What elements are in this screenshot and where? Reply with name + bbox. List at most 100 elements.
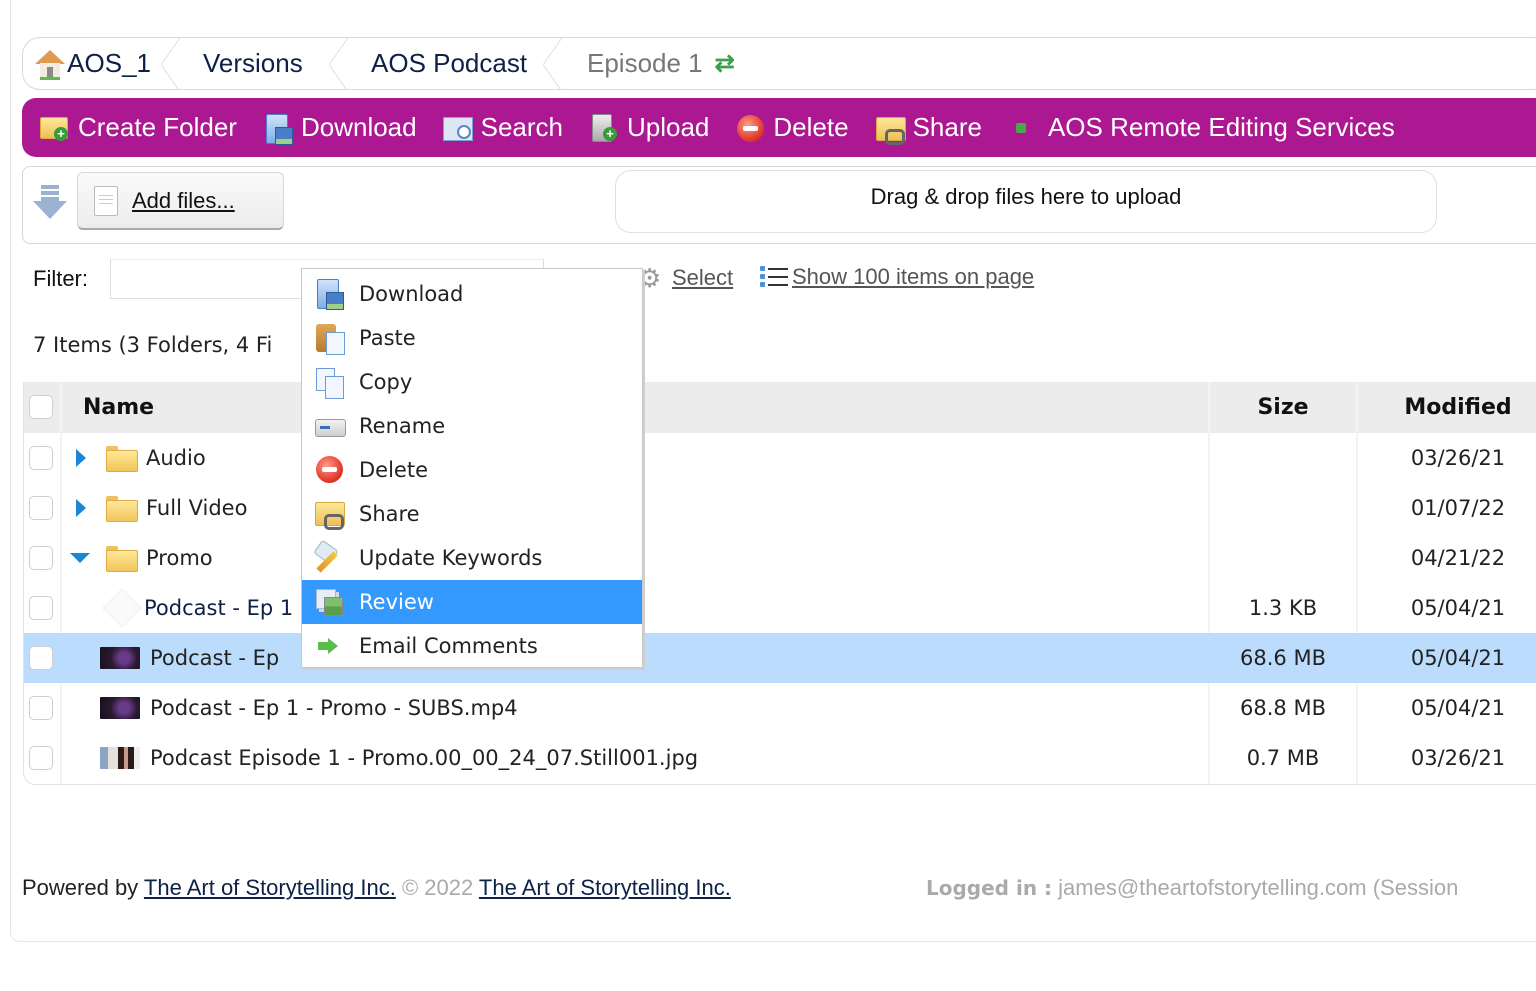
table-row[interactable]: Audio 03/26/21 xyxy=(24,433,1536,483)
row-checkbox[interactable] xyxy=(29,696,53,720)
select-all-checkbox[interactable] xyxy=(29,395,53,419)
row-name[interactable]: Audio xyxy=(146,446,206,470)
delete-label: Delete xyxy=(773,112,849,142)
context-menu-update-keywords[interactable]: Update Keywords xyxy=(302,536,642,580)
row-size xyxy=(1210,483,1356,533)
collapse-arrow-icon[interactable] xyxy=(70,553,90,563)
row-name[interactable]: Podcast Episode 1 - Promo.00_00_24_07.St… xyxy=(150,746,698,770)
table-row[interactable]: Podcast - Ep 1 - Promo - SUBS.mp4 68.8 M… xyxy=(24,683,1536,733)
powered-by-text: Powered by xyxy=(22,875,139,900)
company-link[interactable]: The Art of Storytelling Inc. xyxy=(479,875,731,900)
breadcrumb-item-aos-podcast[interactable]: AOS Podcast xyxy=(349,38,563,89)
share-icon xyxy=(314,498,346,530)
share-button[interactable]: Share xyxy=(875,112,982,145)
expand-arrow-icon[interactable] xyxy=(76,499,86,517)
add-files-button[interactable]: Add files... xyxy=(77,172,284,230)
row-name[interactable]: Podcast - Ep xyxy=(150,646,279,670)
upload-icon xyxy=(589,113,619,143)
row-checkbox[interactable] xyxy=(29,446,53,470)
row-size: 68.8 MB xyxy=(1240,696,1326,720)
row-size: 1.3 KB xyxy=(1248,596,1318,620)
row-size xyxy=(1210,533,1356,583)
show-items-label: Show 100 items on page xyxy=(792,264,1035,289)
video-thumbnail xyxy=(100,647,140,669)
select-label: Select xyxy=(672,265,734,290)
row-modified: 05/04/21 xyxy=(1410,646,1506,670)
context-menu-email-comments[interactable]: Email Comments xyxy=(302,624,642,668)
expand-arrow-icon[interactable] xyxy=(76,449,86,467)
column-header-size[interactable]: Size xyxy=(1210,382,1356,433)
context-menu: Download Paste Copy Rename Delete Share … xyxy=(301,268,643,668)
table-header: Name Size Modified xyxy=(24,382,1536,433)
menu-item-label: Share xyxy=(359,502,420,526)
table-row[interactable]: Full Video 01/07/22 xyxy=(24,483,1536,533)
remote-editing-services-button[interactable]: AOS Remote Editing Services xyxy=(1008,112,1395,143)
create-folder-button[interactable]: Create Folder xyxy=(40,112,237,143)
table-row[interactable]: Podcast Episode 1 - Promo.00_00_24_07.St… xyxy=(24,733,1536,783)
row-modified: 04/21/22 xyxy=(1410,546,1506,570)
download-label: Download xyxy=(300,112,417,142)
table-row[interactable]: Podcast - Ep 1 1.3 KB 05/04/21 xyxy=(24,583,1536,633)
context-menu-rename[interactable]: Rename xyxy=(302,404,642,448)
toolbar: Create Folder Download Search Upload Del… xyxy=(22,98,1536,157)
video-thumbnail xyxy=(100,697,140,719)
copyright-text: © 2022 xyxy=(401,875,474,900)
select-link[interactable]: ⚙ Select xyxy=(638,264,733,292)
breadcrumb-item-aos-1[interactable]: AOS_1 xyxy=(23,38,181,89)
search-button[interactable]: Search xyxy=(442,112,563,143)
status-dot-icon xyxy=(1015,122,1026,133)
context-menu-copy[interactable]: Copy xyxy=(302,360,642,404)
arrow-right-icon xyxy=(314,630,346,662)
rename-icon xyxy=(314,410,346,442)
dropzone-text: Drag & drop files here to upload xyxy=(870,183,1182,209)
row-checkbox[interactable] xyxy=(29,746,53,770)
delete-button[interactable]: Delete xyxy=(735,112,849,143)
row-checkbox[interactable] xyxy=(29,596,53,620)
refresh-icon[interactable]: ⇄ xyxy=(715,49,735,78)
download-button[interactable]: Download xyxy=(263,112,417,145)
breadcrumb-item-versions[interactable]: Versions xyxy=(181,38,349,89)
breadcrumb: AOS_1 Versions AOS Podcast Episode 1 ⇄ xyxy=(22,37,1536,90)
row-modified: 05/04/21 xyxy=(1410,596,1506,620)
logged-in-info: Logged in : james@theartofstorytelling.c… xyxy=(926,875,1458,901)
show-items-link[interactable]: Show 100 items on page xyxy=(758,264,1034,290)
row-modified: 01/07/22 xyxy=(1410,496,1506,520)
company-link[interactable]: The Art of Storytelling Inc. xyxy=(144,875,396,900)
column-header-modified[interactable]: Modified xyxy=(1358,382,1536,433)
upload-label: Upload xyxy=(627,112,710,142)
file-icon xyxy=(102,588,142,628)
share-icon xyxy=(875,113,906,145)
menu-item-label: Review xyxy=(359,590,434,614)
row-name[interactable]: Promo xyxy=(146,546,213,570)
upload-button[interactable]: Upload xyxy=(589,112,709,143)
context-menu-download[interactable]: Download xyxy=(302,272,642,316)
logged-in-user: james@theartofstorytelling.com (Session xyxy=(1058,875,1459,900)
folder-icon xyxy=(106,446,138,472)
row-name[interactable]: Full Video xyxy=(146,496,247,520)
paste-icon xyxy=(314,322,346,355)
row-checkbox[interactable] xyxy=(29,496,53,520)
context-menu-share[interactable]: Share xyxy=(302,492,642,536)
filter-label: Filter: xyxy=(33,266,88,291)
row-modified: 03/26/21 xyxy=(1410,746,1506,770)
row-checkbox[interactable] xyxy=(29,546,53,570)
menu-item-label: Copy xyxy=(359,370,413,394)
row-checkbox[interactable] xyxy=(29,646,53,670)
row-size: 0.7 MB xyxy=(1246,746,1320,770)
context-menu-paste[interactable]: Paste xyxy=(302,316,642,360)
table-row-selected[interactable]: Podcast - Ep 68.6 MB 05/04/21 xyxy=(24,633,1536,683)
menu-item-label: Rename xyxy=(359,414,446,438)
column-header-name[interactable]: Name xyxy=(83,382,154,433)
dropzone[interactable]: Drag & drop files here to upload xyxy=(615,170,1437,233)
row-name[interactable]: Podcast - Ep 1 - Promo - SUBS.mp4 xyxy=(150,696,518,720)
row-modified: 03/26/21 xyxy=(1410,446,1506,470)
breadcrumb-label: Versions xyxy=(203,48,303,78)
table-row[interactable]: Promo 04/21/22 xyxy=(24,533,1536,583)
share-label: Share xyxy=(912,112,982,142)
row-name[interactable]: Podcast - Ep 1 xyxy=(144,596,293,620)
context-menu-delete[interactable]: Delete xyxy=(302,448,642,492)
context-menu-review[interactable]: Review xyxy=(302,580,642,624)
remote-editing-services-label: AOS Remote Editing Services xyxy=(1047,112,1395,142)
logged-in-label: Logged in : xyxy=(926,876,1053,900)
delete-icon xyxy=(314,454,346,486)
